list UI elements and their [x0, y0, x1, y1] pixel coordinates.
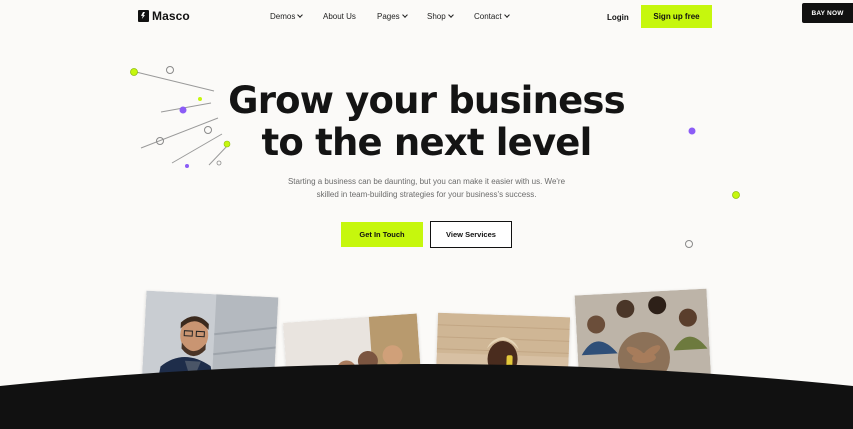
bottom-dark-arc	[0, 364, 853, 429]
